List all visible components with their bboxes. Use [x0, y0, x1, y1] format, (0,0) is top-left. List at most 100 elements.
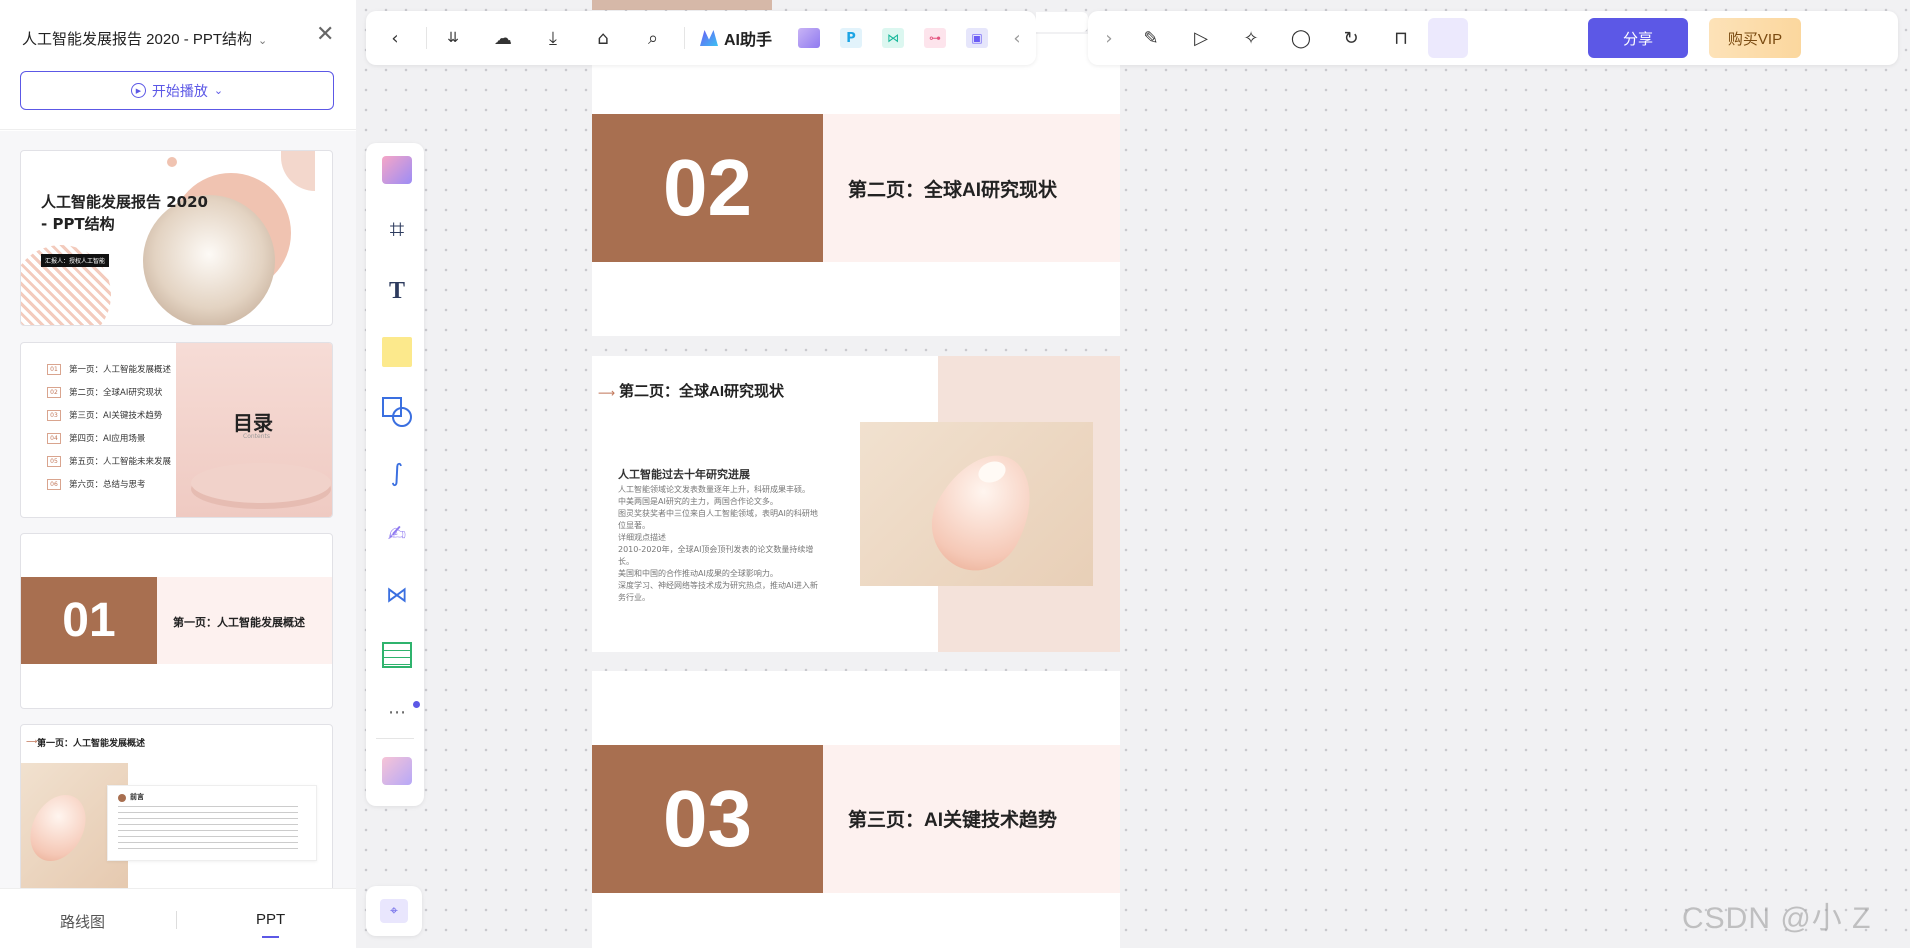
thumb-toc-label: 第三页：AI关键技术趋势 — [69, 411, 163, 421]
start-play-button[interactable]: ▶ 开始播放 ⌄ — [20, 71, 334, 110]
slide-section-03[interactable]: 03 第三页：AI关键技术趋势 — [592, 671, 1120, 948]
pen-tool-icon[interactable]: ✍ — [380, 517, 414, 551]
ai-assistant-label: AI助手 — [724, 32, 773, 49]
thumb-dot — [167, 157, 177, 167]
thumb-card-title: 前言 — [130, 793, 144, 801]
thumb-toc-sub: Contents — [243, 433, 270, 440]
avatar-placeholder[interactable] — [1428, 18, 1468, 58]
search-icon[interactable]: ⌕ — [640, 25, 666, 51]
ai-assistant-button[interactable]: AI助手 — [700, 25, 784, 51]
cloud-sync-icon[interactable]: ☁ — [490, 25, 516, 51]
section-title: 第三页：AI关键技术趋势 — [848, 810, 1058, 831]
section-title: 第二页：全球AI研究现状 — [848, 180, 1058, 201]
thumb-title: 人工智能发展报告 2020 — [41, 193, 208, 211]
slide-top-partial — [592, 0, 772, 10]
canvas-title-strip — [1036, 12, 1088, 32]
top-toolbar-left: ‹ ⇊ ☁ ⤓ ⌂ ⌕ AI助手 P ⋈ ⊶ ▣ ‹ — [366, 11, 1036, 65]
tab-ppt[interactable]: PPT — [256, 911, 285, 938]
more-tools-icon[interactable]: ⋯ — [380, 695, 414, 729]
thumb-toc-item: 02 第二页：全球AI研究现状 — [47, 386, 162, 398]
comment-icon[interactable]: ◯ — [1288, 25, 1314, 51]
buy-vip-button[interactable]: 购买VIP — [1709, 18, 1801, 58]
start-play-label: 开始播放 — [151, 82, 208, 99]
content-line: 中美两国是AI研究的主力，两国合作论文多。 — [618, 497, 778, 506]
back-icon[interactable]: ‹ — [382, 25, 408, 51]
doc-title[interactable]: 人工智能发展报告 2020 - PPT结构 ⌄ — [22, 28, 267, 49]
slide-section-02[interactable]: 02 第二页：全球AI研究现状 — [592, 34, 1120, 336]
slide-thumbnail-1[interactable]: 人工智能发展报告 2020 - PPT结构 汇报人：授权人工智能 — [20, 150, 333, 326]
slide-thumbnail-list[interactable]: 人工智能发展报告 2020 - PPT结构 汇报人：授权人工智能 目录 Cont… — [0, 131, 356, 888]
doc-title-text: 人工智能发展报告 2020 - PPT结构 — [22, 31, 253, 48]
egg-shape — [915, 437, 1051, 586]
sticky-note-icon[interactable] — [380, 335, 414, 369]
thumb-content-title: 第一页：人工智能发展概述 — [37, 739, 146, 749]
slide-thumbnail-4[interactable]: ⟶ 第一页：人工智能发展概述 前言 — [20, 724, 333, 888]
frame-tool-icon[interactable]: ⌗ — [380, 213, 414, 247]
shape-tool-icon[interactable] — [380, 395, 414, 429]
podium-icon[interactable]: ⊓ — [1388, 25, 1414, 51]
close-icon[interactable]: ✕ — [316, 22, 334, 47]
table-tool-icon[interactable] — [380, 638, 414, 672]
text-tool-icon[interactable]: T — [380, 274, 414, 308]
tab-roadmap[interactable]: 路线图 — [60, 911, 105, 932]
flow-plugin-icon[interactable]: ⊶ — [922, 25, 948, 51]
thumb-toc-item: 01 第一页：人工智能发展概述 — [47, 363, 171, 375]
plugin-box-icon[interactable] — [380, 754, 414, 788]
chevron-down-icon[interactable]: ⌄ — [258, 34, 267, 47]
slide-thumbnail-3[interactable]: 01 第一页：人工智能发展概述 — [20, 533, 333, 709]
whiteboard-canvas[interactable] — [356, 0, 1910, 948]
connector-tool-icon[interactable]: ∫ — [380, 456, 414, 490]
template-library-icon[interactable] — [380, 153, 414, 187]
map-icon: ⌖ — [380, 899, 408, 923]
palette-divider — [376, 738, 414, 739]
thumb-photo — [143, 195, 275, 325]
tag-icon[interactable]: ⌂ — [590, 25, 616, 51]
expand-right-icon[interactable]: › — [1096, 25, 1122, 51]
thumb-toc-label: 第二页：全球AI研究现状 — [69, 388, 163, 398]
share-button[interactable]: 分享 — [1588, 18, 1688, 58]
toolbar-divider — [426, 27, 427, 49]
thumb-toc-num: 05 — [47, 455, 61, 467]
mindmap-tool-icon[interactable]: ⋈ — [380, 578, 414, 612]
thumb-toc-num: 04 — [47, 432, 61, 444]
thumb-card: 前言 — [107, 785, 317, 861]
content-line: 图灵奖获奖者中三位来自人工智能领域，表明AI的科研地 — [618, 509, 818, 518]
thumb-toc-num: 06 — [47, 478, 61, 490]
content-line: 长。 — [618, 557, 634, 566]
celebrate-icon[interactable]: ✧ — [1238, 25, 1264, 51]
content-line: 详细观点描述 — [618, 533, 666, 542]
minimap-toggle[interactable]: ⌖ — [366, 886, 422, 936]
collapse-icon[interactable]: ⇊ — [440, 25, 466, 51]
arrow-icon: ⟶ — [598, 386, 616, 400]
tab-divider — [176, 911, 177, 929]
thumb-toc-label: 第一页：人工智能发展概述 — [69, 365, 172, 375]
content-line: 务行业。 — [618, 593, 650, 602]
sidebar-header — [0, 0, 356, 130]
thumb-tag: 汇报人：授权人工智能 — [41, 254, 110, 267]
thumb-card-lines — [118, 806, 298, 850]
collapse-left-icon[interactable]: ‹ — [1004, 25, 1030, 51]
section-number: 02 — [663, 143, 752, 232]
template-icon[interactable]: ✎ — [1138, 25, 1164, 51]
slide-content[interactable]: ⟶ 第二页：全球AI研究现状 人工智能过去十年研究进展 人工智能领域论文发表数量… — [592, 356, 1120, 652]
slide-thumbnail-2[interactable]: 目录 Contents 01 第一页：人工智能发展概述 02 第二页：全球AI研究现状… — [20, 342, 333, 518]
notification-dot — [413, 701, 420, 708]
history-icon[interactable]: ↻ — [1338, 25, 1364, 51]
chat-plugin-icon[interactable]: ▣ — [964, 25, 990, 51]
ai-logo-icon — [700, 30, 718, 46]
thumb-toc-item: 03 第三页：AI关键技术趋势 — [47, 409, 162, 421]
bottom-tabs: 路线图 PPT — [0, 888, 356, 948]
image-tool-icon[interactable] — [796, 25, 822, 51]
egg-shape — [21, 785, 97, 871]
play-icon[interactable]: ▷ — [1188, 25, 1214, 51]
thumb-num-block: 01 — [21, 577, 157, 664]
content-line: 位显著。 — [618, 521, 650, 530]
download-icon[interactable]: ⤓ — [540, 25, 566, 51]
watermark: CSDN @小 Z — [1682, 902, 1872, 935]
ppt-plugin-icon[interactable]: P — [838, 25, 864, 51]
section-number-block: 02 — [592, 114, 823, 262]
content-line: 美国和中国的合作推动AI成果的全球影响力。 — [618, 569, 778, 578]
thumb-toc-item: 06 第六页：总结与思考 — [47, 478, 146, 490]
toolbar-divider — [684, 27, 685, 49]
mindmap-plugin-icon[interactable]: ⋈ — [880, 25, 906, 51]
